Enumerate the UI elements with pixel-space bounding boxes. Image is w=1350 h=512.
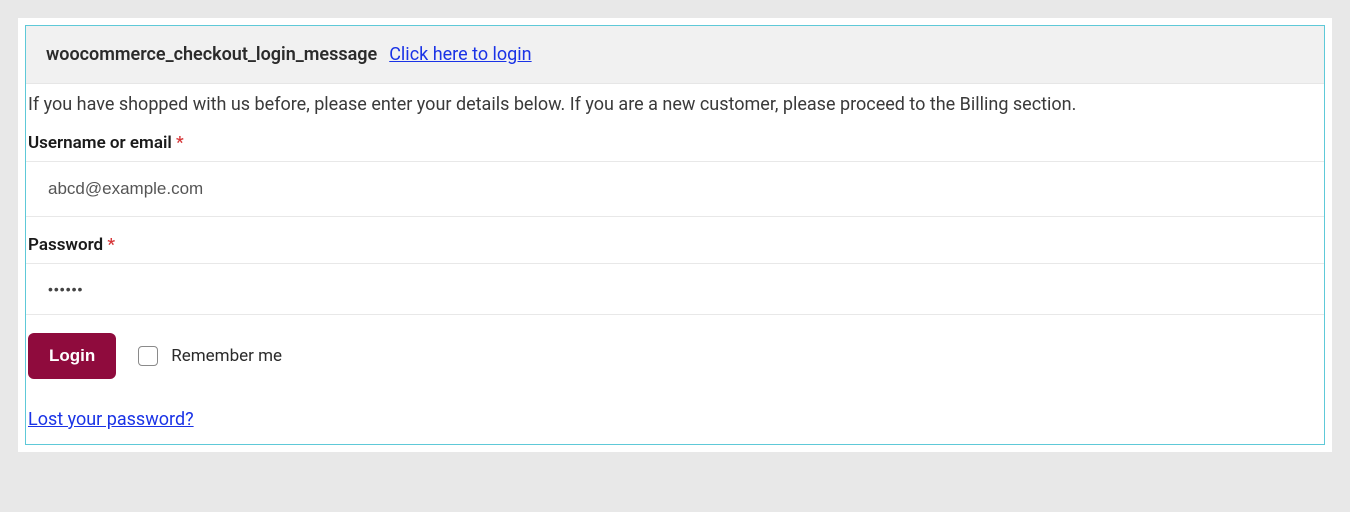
action-row: Login Remember me (26, 315, 1324, 389)
login-instruction-text: If you have shopped with us before, plea… (26, 84, 1324, 115)
password-label-text: Password (28, 235, 103, 255)
click-to-login-link[interactable]: Click here to login (389, 44, 531, 65)
password-field-group: Password * (26, 235, 1324, 315)
username-label-text: Username or email (28, 133, 172, 153)
login-message-bar: woocommerce_checkout_login_message Click… (26, 26, 1324, 84)
username-input[interactable] (26, 161, 1324, 217)
login-button[interactable]: Login (28, 333, 116, 379)
remember-me-wrap[interactable]: Remember me (138, 346, 282, 366)
login-form-container: woocommerce_checkout_login_message Click… (25, 25, 1325, 445)
required-mark: * (107, 235, 115, 255)
username-field-group: Username or email * (26, 133, 1324, 217)
remember-me-checkbox[interactable] (138, 346, 158, 366)
remember-me-label: Remember me (171, 346, 282, 366)
panel-outer: woocommerce_checkout_login_message Click… (18, 18, 1332, 452)
login-message-hook-label: woocommerce_checkout_login_message (46, 44, 377, 65)
required-mark: * (176, 133, 184, 153)
login-form-body: If you have shopped with us before, plea… (26, 84, 1324, 444)
lost-password-row: Lost your password? (26, 389, 1324, 444)
password-input[interactable] (26, 263, 1324, 315)
password-label: Password * (26, 235, 1324, 255)
username-label: Username or email * (26, 133, 1324, 153)
lost-password-link[interactable]: Lost your password? (28, 409, 194, 430)
